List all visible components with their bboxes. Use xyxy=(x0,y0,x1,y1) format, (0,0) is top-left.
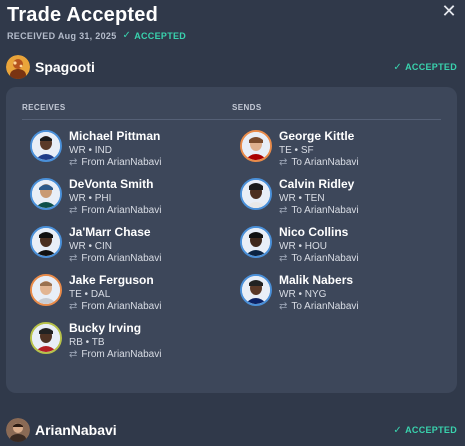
player-card[interactable]: Nico Collins WR • HOU ⇄ To ArianNabavi xyxy=(240,225,440,269)
player-headshot xyxy=(240,274,272,306)
swap-arrows-icon: ⇄ xyxy=(69,301,78,312)
swap-arrows-icon: ⇄ xyxy=(69,349,78,360)
player-name: Bucky Irving xyxy=(69,321,142,335)
player-headshot xyxy=(240,226,272,258)
player-name: Calvin Ridley xyxy=(279,177,355,191)
player-position-team: TE • DAL xyxy=(69,289,111,300)
player-origin: ⇄ From ArianNabavi xyxy=(69,157,161,169)
party-name[interactable]: Spagooti xyxy=(35,59,95,75)
close-button[interactable]: ✕ xyxy=(439,1,459,21)
player-position-team: WR • IND xyxy=(69,145,112,156)
player-headshot xyxy=(30,130,62,162)
check-icon: ✓ xyxy=(393,61,403,73)
party-row-ariannabavi: ArianNabavi ✓ ACCEPTED xyxy=(6,417,459,443)
trade-status-label: ACCEPTED xyxy=(134,30,187,41)
player-origin-label: From ArianNabavi xyxy=(81,349,162,360)
player-origin: ⇄ From ArianNabavi xyxy=(69,205,161,217)
player-card[interactable]: Malik Nabers WR • NYG ⇄ To ArianNabavi xyxy=(240,273,440,317)
player-destination: ⇄ To ArianNabavi xyxy=(279,205,359,217)
player-position-team: WR • CIN xyxy=(69,241,112,252)
party-row-spagooti: Spagooti ✓ ACCEPTED xyxy=(6,54,459,80)
player-destination-label: To ArianNabavi xyxy=(291,205,359,216)
player-name: Malik Nabers xyxy=(279,273,354,287)
player-position-team: WR • PHI xyxy=(69,193,112,204)
player-card[interactable]: Ja'Marr Chase WR • CIN ⇄ From ArianNabavi xyxy=(30,225,230,269)
trade-status: ✓ ACCEPTED xyxy=(123,30,187,41)
player-headshot xyxy=(30,274,62,306)
player-destination: ⇄ To ArianNabavi xyxy=(279,301,359,313)
player-destination: ⇄ To ArianNabavi xyxy=(279,253,359,265)
player-name: Jake Ferguson xyxy=(69,273,154,287)
modal-header: Trade Accepted RECEIVED Aug 31, 2025 ✓ A… xyxy=(7,4,465,44)
avatar xyxy=(6,55,30,79)
divider xyxy=(22,119,441,120)
player-origin-label: From ArianNabavi xyxy=(81,253,162,264)
check-icon: ✓ xyxy=(122,30,132,41)
player-destination-label: To ArianNabavi xyxy=(291,253,359,264)
player-origin-label: From ArianNabavi xyxy=(81,205,162,216)
player-headshot xyxy=(240,130,272,162)
player-destination-label: To ArianNabavi xyxy=(291,157,359,168)
player-card[interactable]: Bucky Irving RB • TB ⇄ From ArianNabavi xyxy=(30,321,230,365)
avatar xyxy=(6,418,30,442)
player-origin: ⇄ From ArianNabavi xyxy=(69,349,161,361)
swap-arrows-icon: ⇄ xyxy=(279,301,288,312)
player-origin-label: From ArianNabavi xyxy=(81,157,162,168)
party-status: ✓ ACCEPTED xyxy=(393,425,457,436)
swap-arrows-icon: ⇄ xyxy=(279,157,288,168)
player-origin-label: From ArianNabavi xyxy=(81,301,162,312)
player-name: George Kittle xyxy=(279,129,355,143)
player-destination-label: To ArianNabavi xyxy=(291,301,359,312)
player-name: DeVonta Smith xyxy=(69,177,154,191)
swap-arrows-icon: ⇄ xyxy=(279,253,288,264)
player-card[interactable]: DeVonta Smith WR • PHI ⇄ From ArianNabavi xyxy=(30,177,230,221)
player-position-team: WR • TEN xyxy=(279,193,325,204)
check-icon: ✓ xyxy=(393,424,403,436)
player-position-team: TE • SF xyxy=(279,145,314,156)
trade-meta: RECEIVED Aug 31, 2025 ✓ ACCEPTED xyxy=(7,30,465,41)
player-destination: ⇄ To ArianNabavi xyxy=(279,157,359,169)
modal-title: Trade Accepted xyxy=(7,4,159,26)
player-origin: ⇄ From ArianNabavi xyxy=(69,253,161,265)
player-headshot xyxy=(30,226,62,258)
player-headshot xyxy=(240,178,272,210)
player-headshot xyxy=(30,178,62,210)
sends-header: SENDS xyxy=(232,103,262,112)
player-headshot xyxy=(30,322,62,354)
received-date: RECEIVED Aug 31, 2025 xyxy=(7,30,117,41)
party-name[interactable]: ArianNabavi xyxy=(35,422,117,438)
player-name: Michael Pittman xyxy=(69,129,161,143)
player-card[interactable]: Michael Pittman WR • IND ⇄ From ArianNaba… xyxy=(30,129,230,173)
swap-arrows-icon: ⇄ xyxy=(69,205,78,216)
close-icon[interactable]: ✕ xyxy=(441,1,456,21)
player-position-team: RB • TB xyxy=(69,337,105,348)
player-name: Nico Collins xyxy=(279,225,349,239)
player-origin: ⇄ From ArianNabavi xyxy=(69,301,161,313)
player-card[interactable]: Calvin Ridley WR • TEN ⇄ To ArianNabavi xyxy=(240,177,440,221)
party-status: ✓ ACCEPTED xyxy=(393,62,457,73)
party-status-label: ACCEPTED xyxy=(405,62,457,72)
player-position-team: WR • HOU xyxy=(279,241,327,252)
player-name: Ja'Marr Chase xyxy=(69,225,151,239)
receives-header: RECEIVES xyxy=(22,103,66,112)
player-card[interactable]: Jake Ferguson TE • DAL ⇄ From ArianNabavi xyxy=(30,273,230,317)
swap-arrows-icon: ⇄ xyxy=(69,157,78,168)
player-card[interactable]: George Kittle TE • SF ⇄ To ArianNabavi xyxy=(240,129,440,173)
swap-arrows-icon: ⇄ xyxy=(279,205,288,216)
swap-arrows-icon: ⇄ xyxy=(69,253,78,264)
party-status-label: ACCEPTED xyxy=(405,425,457,435)
trade-panel: RECEIVES SENDS Michael Pittman WR • IND … xyxy=(6,87,457,393)
player-position-team: WR • NYG xyxy=(279,289,327,300)
